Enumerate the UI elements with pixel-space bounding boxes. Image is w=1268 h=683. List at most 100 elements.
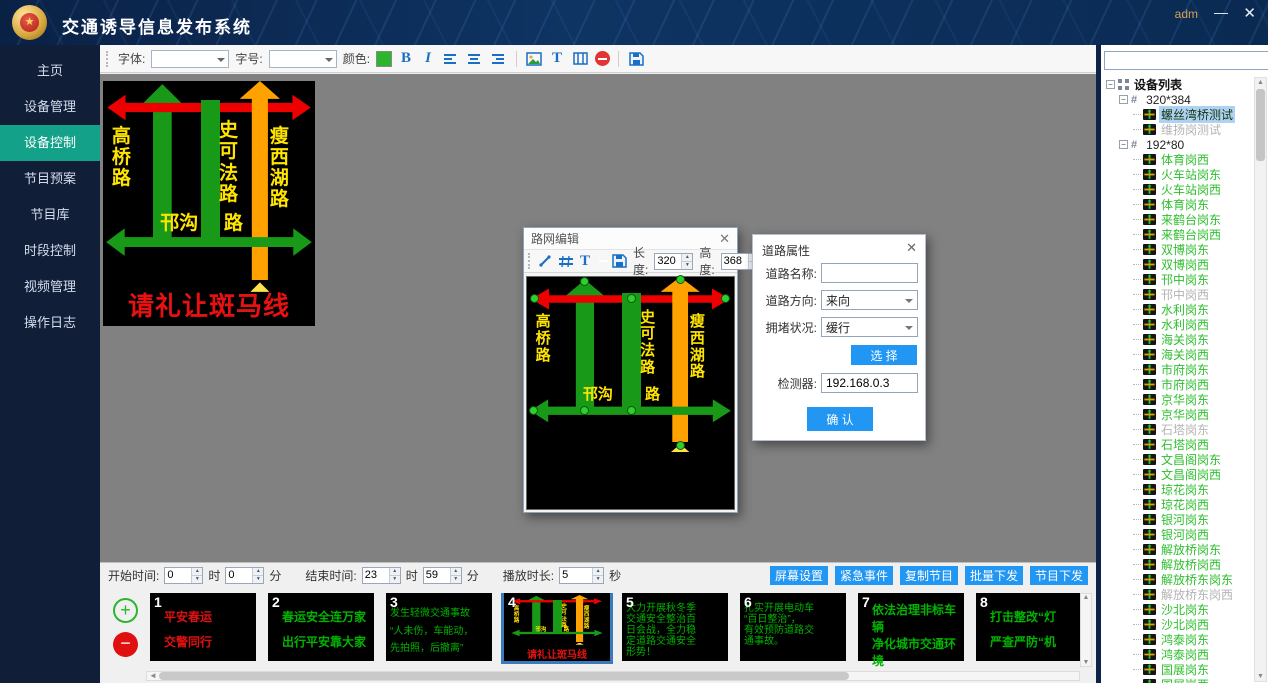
tree-device-解放桥岗西[interactable]: 解放桥岗西	[1133, 557, 1254, 572]
align-right-icon[interactable]	[490, 50, 508, 68]
collapse-icon[interactable]: −	[1119, 95, 1128, 104]
scroll-up-icon[interactable]: ▲	[1257, 79, 1264, 86]
tree-device-维扬岗测试[interactable]: 维扬岗测试	[1133, 122, 1254, 137]
tree-device-水利岗东[interactable]: 水利岗东	[1133, 302, 1254, 317]
tree-device-火车站岗东[interactable]: 火车站岗东	[1133, 167, 1254, 182]
program-thumbnail-1[interactable]: 1平安春运交警同行	[150, 593, 256, 661]
save-icon[interactable]	[627, 50, 645, 68]
start-hour-input[interactable]	[165, 568, 191, 583]
tree-device-京华岗西[interactable]: 京华岗西	[1133, 407, 1254, 422]
roadnet-close-icon[interactable]: ✕	[719, 231, 730, 247]
align-left-icon[interactable]	[442, 50, 460, 68]
stepper-arrows[interactable]: ▲▼	[252, 568, 263, 583]
tree-group-320*384[interactable]: −#320*384	[1119, 92, 1254, 107]
program-thumbnail-5[interactable]: 5大力开展秋冬季交通安全整治百日会战，全力稳定道路交通安全形势！	[622, 593, 728, 661]
road-name-input[interactable]	[826, 266, 913, 280]
end-minute-stepper[interactable]: ▲▼	[423, 567, 462, 584]
duration-stepper[interactable]: ▲▼	[559, 567, 604, 584]
scrollbar-thumb[interactable]	[159, 672, 849, 680]
road-tool-icon[interactable]	[558, 252, 574, 270]
logged-in-user[interactable]: adm	[1175, 7, 1198, 21]
length-input[interactable]	[655, 254, 681, 269]
tree-device-文昌阁岗西[interactable]: 文昌阁岗西	[1133, 467, 1254, 482]
tree-device-石塔岗东[interactable]: 石塔岗东	[1133, 422, 1254, 437]
tree-device-京华岗东[interactable]: 京华岗东	[1133, 392, 1254, 407]
program-thumbnail-2[interactable]: 2春运安全连万家出行平安靠大家	[268, 593, 374, 661]
color-swatch[interactable]	[376, 51, 392, 67]
tree-device-双博岗东[interactable]: 双博岗东	[1133, 242, 1254, 257]
delete-icon[interactable]	[595, 51, 610, 66]
edit-handle[interactable]	[721, 294, 730, 303]
confirm-button[interactable]: 确 认	[807, 407, 873, 431]
sidebar-item-主页[interactable]: 主页	[0, 53, 100, 89]
italic-icon[interactable]: I	[420, 50, 436, 67]
program-thumbnail-3[interactable]: 3发生轻微交通事故“人未伤，车能动，先拍照，后撤离”	[386, 593, 492, 661]
scroll-left-icon[interactable]: ◄	[147, 672, 159, 680]
tree-scrollbar[interactable]: ▲ ▼	[1254, 77, 1267, 682]
tree-device-体育岗东[interactable]: 体育岗东	[1133, 197, 1254, 212]
program-thumbnail-6[interactable]: 6扎实开展电动车“百日整治”，有效预防道路交通事故。	[740, 593, 846, 661]
image-icon[interactable]	[525, 50, 543, 68]
tree-device-市府岗东[interactable]: 市府岗东	[1133, 362, 1254, 377]
device-search-input[interactable]	[1104, 51, 1268, 70]
stepper-arrows[interactable]: ▲▼	[389, 568, 400, 583]
select-detector-button[interactable]: 选 择	[851, 345, 917, 365]
height-input[interactable]	[722, 254, 748, 269]
tree-device-银河岗东[interactable]: 银河岗东	[1133, 512, 1254, 527]
road-name-field[interactable]	[821, 263, 918, 283]
sidebar-item-视频管理[interactable]: 视频管理	[0, 269, 100, 305]
tree-device-沙北岗东[interactable]: 沙北岗东	[1133, 602, 1254, 617]
save-icon[interactable]	[612, 252, 627, 270]
tree-root[interactable]: −设备列表	[1106, 77, 1254, 92]
tree-device-火车站岗西[interactable]: 火车站岗西	[1133, 182, 1254, 197]
edit-handle[interactable]	[580, 406, 589, 415]
tree-device-水利岗西[interactable]: 水利岗西	[1133, 317, 1254, 332]
tree-device-螺丝湾桥测试[interactable]: 螺丝湾桥测试	[1133, 107, 1254, 122]
tree-device-海关岗东[interactable]: 海关岗东	[1133, 332, 1254, 347]
tree-device-国展岗西[interactable]: 国展岗西	[1133, 677, 1254, 683]
tree-device-双博岗西[interactable]: 双博岗西	[1133, 257, 1254, 272]
tree-device-解放桥东岗西[interactable]: 解放桥东岗西	[1133, 587, 1254, 602]
text-icon[interactable]: T	[549, 50, 565, 67]
tree-device-来鹤台岗东[interactable]: 来鹤台岗东	[1133, 212, 1254, 227]
congestion-select[interactable]: 缓行	[821, 317, 918, 337]
tree-device-石塔岗西[interactable]: 石塔岗西	[1133, 437, 1254, 452]
length-stepper[interactable]: ▲▼	[654, 253, 693, 270]
sidebar-item-操作日志[interactable]: 操作日志	[0, 305, 100, 341]
tree-device-海关岗西[interactable]: 海关岗西	[1133, 347, 1254, 362]
stepper-arrows[interactable]: ▲▼	[450, 568, 461, 583]
minimize-button[interactable]: —	[1214, 4, 1228, 20]
sidebar-item-节目预案[interactable]: 节目预案	[0, 161, 100, 197]
program-thumbnail-4[interactable]: 4高桥路史可法路瘦西湖路邗沟路请礼让斑马线	[504, 593, 610, 661]
sidebar-item-设备管理[interactable]: 设备管理	[0, 89, 100, 125]
edit-handle[interactable]	[580, 277, 589, 286]
start-hour-stepper[interactable]: ▲▼	[164, 567, 203, 584]
program-thumbnail-7[interactable]: 7依法治理非标车辆净化城市交通环境	[858, 593, 964, 661]
road-direction-select[interactable]: 来向	[821, 290, 918, 310]
collapse-icon[interactable]: −	[1106, 80, 1115, 89]
tree-group-192*80[interactable]: −#192*80	[1119, 137, 1254, 152]
tree-device-琼花岗西[interactable]: 琼花岗西	[1133, 497, 1254, 512]
action-button-批量下发[interactable]: 批量下发	[965, 566, 1023, 585]
sidebar-item-节目库[interactable]: 节目库	[0, 197, 100, 233]
program-vertical-scrollbar[interactable]: ▲▼	[1080, 593, 1092, 667]
line-tool-icon[interactable]	[538, 252, 552, 270]
sidebar-item-时段控制[interactable]: 时段控制	[0, 233, 100, 269]
detector-input[interactable]	[826, 376, 913, 390]
collapse-icon[interactable]: −	[1119, 140, 1128, 149]
program-thumbnail-8[interactable]: 8打击整改“灯严查严防“机	[976, 593, 1080, 661]
action-button-复制节目[interactable]: 复制节目	[900, 566, 958, 585]
layout-icon[interactable]	[571, 50, 589, 68]
roadnet-canvas[interactable]: 高桥路史可法路瘦西湖路邗沟路	[526, 276, 735, 510]
align-center-icon[interactable]	[466, 50, 484, 68]
bold-icon[interactable]: B	[398, 50, 414, 67]
tree-device-鸿泰岗东[interactable]: 鸿泰岗东	[1133, 632, 1254, 647]
add-program-button[interactable]: +	[113, 598, 138, 623]
start-minute-stepper[interactable]: ▲▼	[225, 567, 264, 584]
scrollbar-thumb[interactable]	[1256, 89, 1265, 161]
tree-device-邗中岗西[interactable]: 邗中岗西	[1133, 287, 1254, 302]
scroll-down-icon[interactable]: ▼	[1257, 673, 1264, 680]
end-hour-input[interactable]	[363, 568, 389, 583]
sidebar-item-设备控制[interactable]: 设备控制	[0, 125, 100, 161]
detector-field[interactable]	[821, 373, 918, 393]
